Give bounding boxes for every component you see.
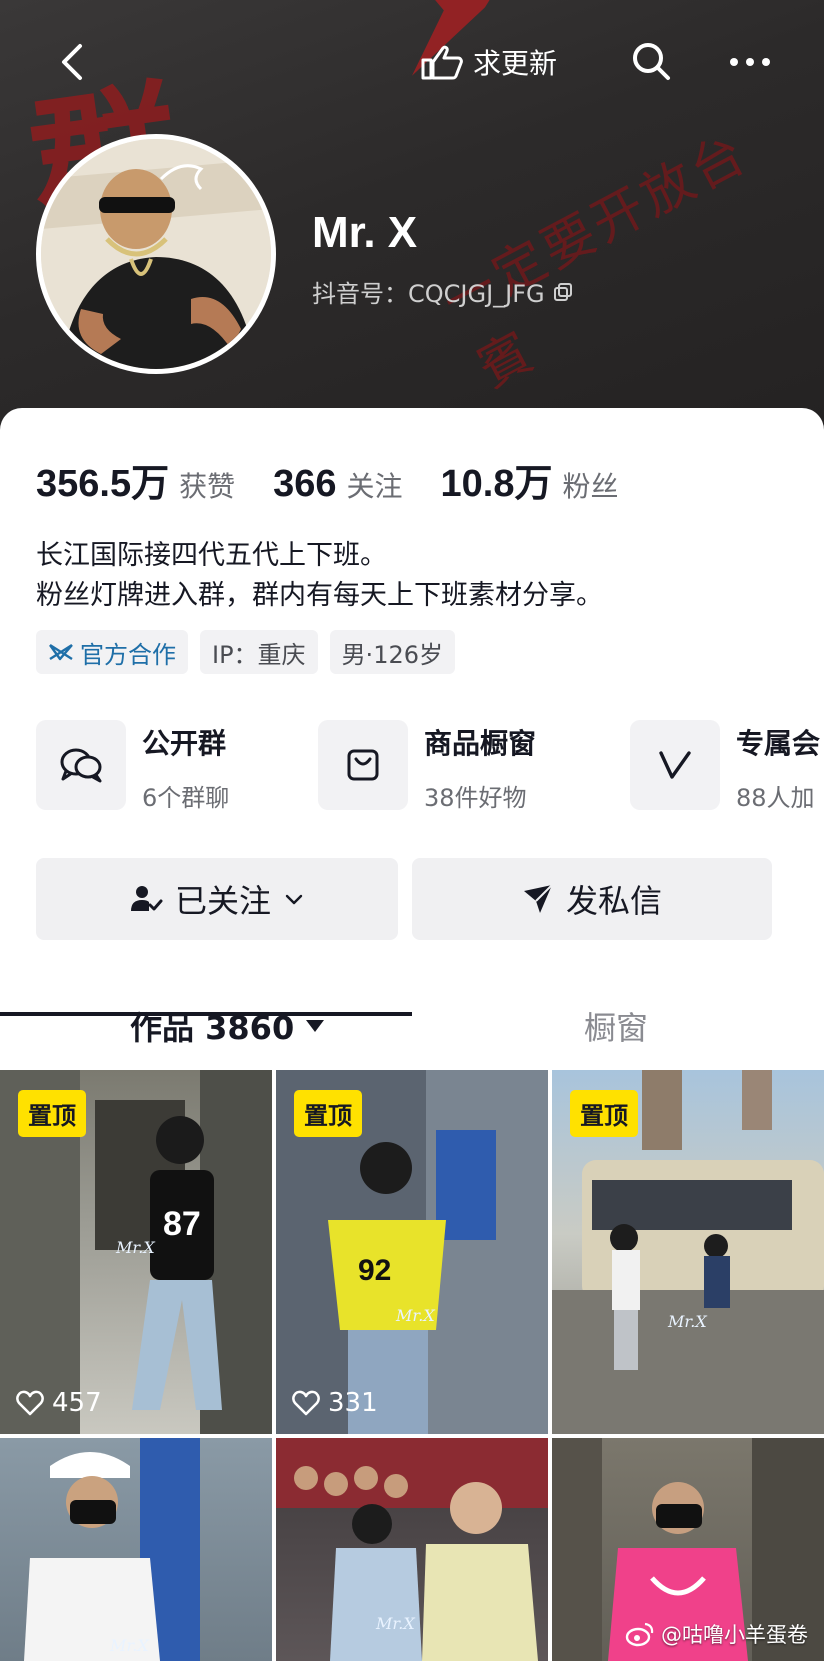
copy-icon[interactable] [553,282,573,302]
video-tile[interactable]: 92 置顶 Mr.X 331 [276,1070,548,1434]
more-button[interactable] [724,36,776,88]
weibo-logo-icon [625,1622,654,1647]
stat-following-value: 366 [273,463,337,505]
search-icon [633,43,670,80]
video-likes: 331 [292,1388,378,1418]
chevron-down-icon [285,894,303,905]
feature-subtitle: 6个群聊 [142,784,230,812]
video-watermark: Mr.X [116,1238,155,1257]
video-watermark: Mr.X [376,1614,415,1633]
more-dots-icon [730,58,770,66]
feature-exclusive-club-text: 专属会 88人加 [736,720,820,813]
send-arrow-icon [523,884,553,913]
feature-subtitle: 38件好物 [424,784,527,812]
banner-stamp-text: 一定要开放台賓 [433,122,759,400]
svg-text:87: 87 [163,1205,201,1243]
feature-exclusive-club-icon-box [630,720,720,810]
tab-shop-label: 橱窗 [584,1009,649,1047]
pinned-badge: 置顶 [570,1090,638,1137]
feature-public-group[interactable]: 公开群 6个群聊 [36,720,229,816]
video-grid: 87 置顶 Mr.X 457 92 置顶 Mr.X 331 置顶 Mr.X Mr… [0,1070,824,1661]
heart-icon [16,1390,44,1416]
pinned-badge: 置顶 [18,1090,86,1137]
video-likes-count: 457 [52,1388,102,1418]
official-cooperation-icon [49,643,73,661]
chevron-left-icon [62,44,82,80]
nickname: Mr. X [312,208,418,257]
tag-gender-age-label: 男·126岁 [341,640,443,669]
caret-down-icon [306,1020,325,1032]
bio: 长江国际接四代五代上下班。 粉丝灯牌进入群，群内有每天上下班素材分享。 [36,536,603,616]
search-button[interactable] [626,36,678,88]
feature-entries: 公开群 6个群聊 商品橱窗 38件好物 专属会 88人加 [36,720,824,830]
feature-subtitle: 88人加 [736,784,815,812]
stats-row: 356.5万 获赞 366 关注 10.8万 粉丝 [36,452,657,507]
request-update-button[interactable]: 求更新 [405,30,571,94]
video-tile[interactable]: Mr.X [0,1438,272,1661]
request-update-label: 求更新 [473,47,558,80]
weibo-watermark-text: @咕噜小羊蛋卷 [661,1623,808,1647]
stat-likes-label: 获赞 [179,470,236,503]
video-tile[interactable]: 87 置顶 Mr.X 457 [0,1070,272,1434]
bio-line-2: 粉丝灯牌进入群，群内有每天上下班素材分享。 [36,580,603,611]
weibo-watermark: @咕噜小羊蛋卷 [625,1619,808,1649]
v-badge-icon [659,751,691,779]
stat-likes: 356.5万 获赞 [36,452,235,507]
followed-label: 已关注 [174,882,271,920]
action-buttons: 已关注 发私信 [36,858,772,940]
video-tile[interactable]: 置顶 Mr.X [552,1070,824,1434]
bio-line-1: 长江国际接四代五代上下班。 [36,540,387,571]
douyin-id-text: 抖音号：CQCJGJ_JFG [312,280,545,308]
chat-bubbles-icon [60,748,102,783]
avatar-illustration [41,139,271,369]
stat-followers-label: 粉丝 [562,470,619,503]
feature-shop-window-text: 商品橱窗 38件好物 [424,720,536,813]
feature-title: 专属会 [736,727,821,760]
followed-button[interactable]: 已关注 [36,858,398,940]
video-watermark: Mr.X [110,1636,149,1655]
feature-title: 公开群 [142,727,227,760]
stat-followers-value: 10.8万 [440,463,553,505]
video-watermark: Mr.X [396,1306,435,1325]
shopping-bag-icon [347,749,379,781]
content-tabs: 作品 3860 橱窗 [0,988,824,1064]
feature-exclusive-club[interactable]: 专属会 88人加 [630,720,820,816]
video-likes: 457 [16,1388,102,1418]
send-message-label: 发私信 [565,882,662,920]
tag-official-partner[interactable]: 官方合作 [36,630,188,674]
video-watermark: Mr.X [668,1312,707,1331]
video-likes-count: 331 [328,1388,378,1418]
avatar[interactable] [36,134,276,374]
feature-public-group-icon-box [36,720,126,810]
tab-works-label: 作品 3860 [130,1009,295,1047]
send-message-button[interactable]: 发私信 [412,858,772,940]
user-check-icon [130,886,163,911]
tag-ip-location: IP：重庆 [200,630,318,674]
video-thumbnail [24,1438,200,1661]
stat-following[interactable]: 366 关注 [273,463,402,506]
feature-shop-window[interactable]: 商品橱窗 38件好物 [318,720,536,816]
top-bar: 求更新 [0,22,824,102]
douyin-id: 抖音号：CQCJGJ_JFG [312,274,573,309]
profile-tags: 官方合作 IP：重庆 男·126岁 [36,630,455,674]
feature-public-group-text: 公开群 6个群聊 [142,720,229,813]
tag-ip-label: IP：重庆 [212,640,306,669]
video-tile[interactable]: Mr.X [276,1438,548,1661]
stat-followers[interactable]: 10.8万 粉丝 [441,452,619,507]
pinned-badge: 置顶 [294,1090,362,1137]
svg-text:92: 92 [358,1254,391,1287]
feature-shop-window-icon-box [318,720,408,810]
feature-title: 商品橱窗 [424,727,537,760]
tab-shop-window[interactable]: 橱窗 [584,988,648,1064]
pointing-hand-icon [421,45,463,80]
tag-gender-age: 男·126岁 [329,630,455,674]
tag-official-label: 官方合作 [80,640,176,669]
active-tab-indicator [0,1012,412,1016]
profile-banner: 群 一定要开放台賓 求更新 [0,0,824,440]
heart-icon [292,1390,320,1416]
tab-works[interactable]: 作品 3860 [130,988,326,1064]
stat-following-label: 关注 [346,470,403,503]
back-button[interactable] [48,36,100,88]
stat-likes-value: 356.5万 [36,463,170,505]
